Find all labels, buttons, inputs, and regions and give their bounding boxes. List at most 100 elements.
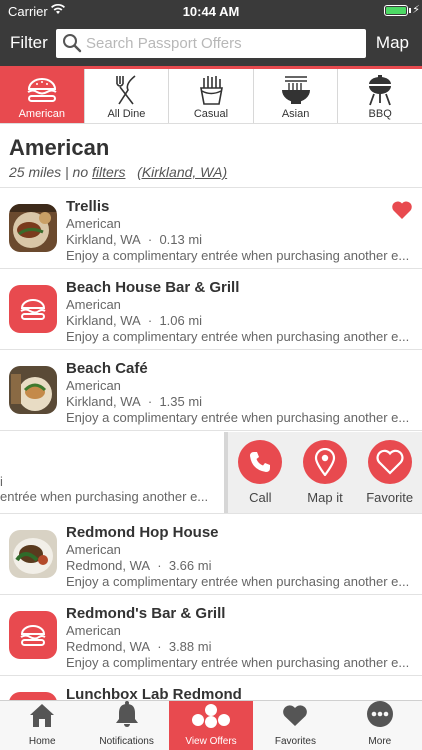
restaurant-location: Kirkland, WA · 0.13 mi	[66, 232, 203, 247]
home-icon	[28, 702, 56, 733]
offer-description: Enjoy a complimentary entrée when purcha…	[66, 410, 410, 425]
charging-icon: ⚡	[412, 4, 420, 16]
tab-label: Home	[28, 736, 56, 747]
burger-placeholder-icon	[9, 611, 57, 659]
list-item[interactable]: Redmond's Bar & Grill American Redmond, …	[0, 595, 422, 676]
search-input[interactable]	[86, 33, 356, 54]
map-button[interactable]: Map	[376, 33, 409, 53]
tab-label: More	[368, 736, 392, 747]
restaurant-location: i	[0, 474, 3, 489]
status-bar: Carrier 10:44 AM ⚡	[0, 0, 422, 22]
restaurant-info: Redmond Hop House American Redmond, WA ·…	[66, 524, 411, 589]
offer-description: entrée when purchasing another e...	[0, 489, 209, 504]
offer-description: Enjoy a complimentary entrée when purcha…	[66, 329, 410, 344]
restaurant-location: Kirkland, WA · 1.06 mi	[66, 313, 203, 328]
burger-placeholder-icon	[9, 285, 57, 333]
section-title: American	[9, 135, 110, 160]
tab-label: Favorites	[274, 736, 316, 747]
phone-icon	[238, 440, 283, 484]
restaurant-cuisine: American	[66, 297, 121, 312]
favorite-heart-icon[interactable]	[391, 200, 413, 225]
category-label: Casual	[193, 108, 229, 120]
burger-icon	[25, 76, 59, 106]
action-label: Call	[249, 490, 272, 505]
tab-home[interactable]: Home	[0, 701, 84, 750]
swiped-list-item[interactable]: i entrée when purchasing another e... Ca…	[0, 432, 422, 514]
restaurant-cuisine: American	[66, 216, 121, 231]
search-bar[interactable]	[56, 29, 366, 58]
category-label: American	[18, 108, 66, 120]
tab-more[interactable]: More	[338, 701, 422, 750]
heart-icon	[282, 704, 308, 733]
restaurant-info: Lunchbox Lab Redmond	[66, 686, 411, 700]
category-label: All Dine	[107, 108, 146, 120]
list-item[interactable]: Redmond Hop House American Redmond, WA ·…	[0, 514, 422, 595]
action-label: Map it	[307, 490, 343, 505]
offer-description: Enjoy a complimentary entrée when purcha…	[66, 655, 410, 670]
action-label: Favorite	[366, 490, 414, 505]
restaurant-name: Redmond Hop House	[66, 524, 219, 541]
fries-icon	[196, 74, 226, 106]
restaurant-name: Beach Café	[66, 360, 148, 377]
restaurant-info: Beach House Bar & Grill American Kirklan…	[66, 279, 411, 344]
tab-bar: Home Notifications View Offers Favorites…	[0, 700, 422, 750]
list-item[interactable]: Beach House Bar & Grill American Kirklan…	[0, 269, 422, 350]
burger-placeholder-icon	[9, 692, 57, 700]
restaurant-name: Beach House Bar & Grill	[66, 279, 240, 296]
restaurant-info: Beach Café American Kirkland, WA · 1.35 …	[66, 360, 411, 425]
restaurant-photo	[9, 366, 57, 414]
bell-icon	[114, 700, 140, 733]
offer-description: Enjoy a complimentary entrée when purcha…	[66, 248, 410, 263]
category-all-dine[interactable]: All Dine	[85, 69, 170, 123]
filter-button[interactable]: Filter	[10, 33, 48, 53]
filters-link[interactable]: filters	[92, 164, 125, 180]
restaurant-location: Kirkland, WA · 1.35 mi	[66, 394, 203, 409]
restaurant-cuisine: American	[66, 542, 121, 557]
status-time: 10:44 AM	[182, 4, 240, 19]
restaurant-photo	[9, 204, 57, 252]
tab-label: View Offers	[185, 736, 237, 747]
category-label: Asian	[281, 108, 310, 120]
restaurant-location: Redmond, WA · 3.88 mi	[66, 639, 212, 654]
restaurant-cuisine: American	[66, 378, 121, 393]
distance-radius: 25 miles	[9, 164, 62, 180]
restaurant-info: Trellis American Kirkland, WA · 0.13 mi …	[66, 198, 411, 263]
location-link[interactable]: (Kirkland, WA)	[137, 164, 227, 180]
offer-description: Enjoy a complimentary entrée when purcha…	[66, 574, 410, 589]
list-item[interactable]: Trellis American Kirkland, WA · 0.13 mi …	[0, 188, 422, 269]
call-button[interactable]: Call	[228, 432, 293, 513]
map-it-button[interactable]: Map it	[293, 432, 358, 513]
more-icon	[366, 700, 394, 733]
category-bbq[interactable]: BBQ	[338, 69, 422, 123]
tab-label: Notifications	[99, 736, 154, 747]
search-icon	[62, 33, 82, 58]
restaurant-info: Redmond's Bar & Grill American Redmond, …	[66, 605, 411, 670]
restaurant-photo	[9, 530, 57, 578]
restaurant-name: Trellis	[66, 198, 110, 215]
category-bar: American All Dine Casual Asian BBQ	[0, 66, 422, 124]
category-casual[interactable]: Casual	[169, 69, 254, 123]
category-asian[interactable]: Asian	[254, 69, 339, 123]
tab-notifications[interactable]: Notifications	[84, 701, 168, 750]
heart-outline-icon	[367, 440, 412, 484]
list-item[interactable]: Beach Café American Kirkland, WA · 1.35 …	[0, 350, 422, 431]
restaurant-cuisine: American	[66, 623, 121, 638]
section-heading: American 25 miles | no filters (Kirkland…	[9, 135, 227, 180]
category-label: BBQ	[368, 108, 392, 120]
list-item[interactable]: Lunchbox Lab Redmond	[0, 676, 422, 700]
tab-view-offers[interactable]: View Offers	[168, 701, 254, 750]
section-subtitle: 25 miles | no filters (Kirkland, WA)	[9, 164, 228, 180]
top-bar: Carrier 10:44 AM ⚡ Filter Map	[0, 0, 422, 66]
restaurant-name: Lunchbox Lab Redmond	[66, 686, 242, 700]
swipe-actions: Call Map it Favorite	[224, 432, 422, 513]
restaurant-name: Redmond's Bar & Grill	[66, 605, 226, 622]
noodle-bowl-icon	[279, 74, 313, 106]
favorite-button[interactable]: Favorite	[357, 432, 422, 513]
grill-icon	[365, 74, 395, 106]
category-american[interactable]: American	[0, 69, 85, 123]
dots-icon	[187, 702, 235, 733]
battery-icon	[384, 5, 408, 16]
restaurant-location: Redmond, WA · 3.66 mi	[66, 558, 212, 573]
tab-favorites[interactable]: Favorites	[253, 701, 337, 750]
map-pin-icon	[303, 440, 347, 484]
